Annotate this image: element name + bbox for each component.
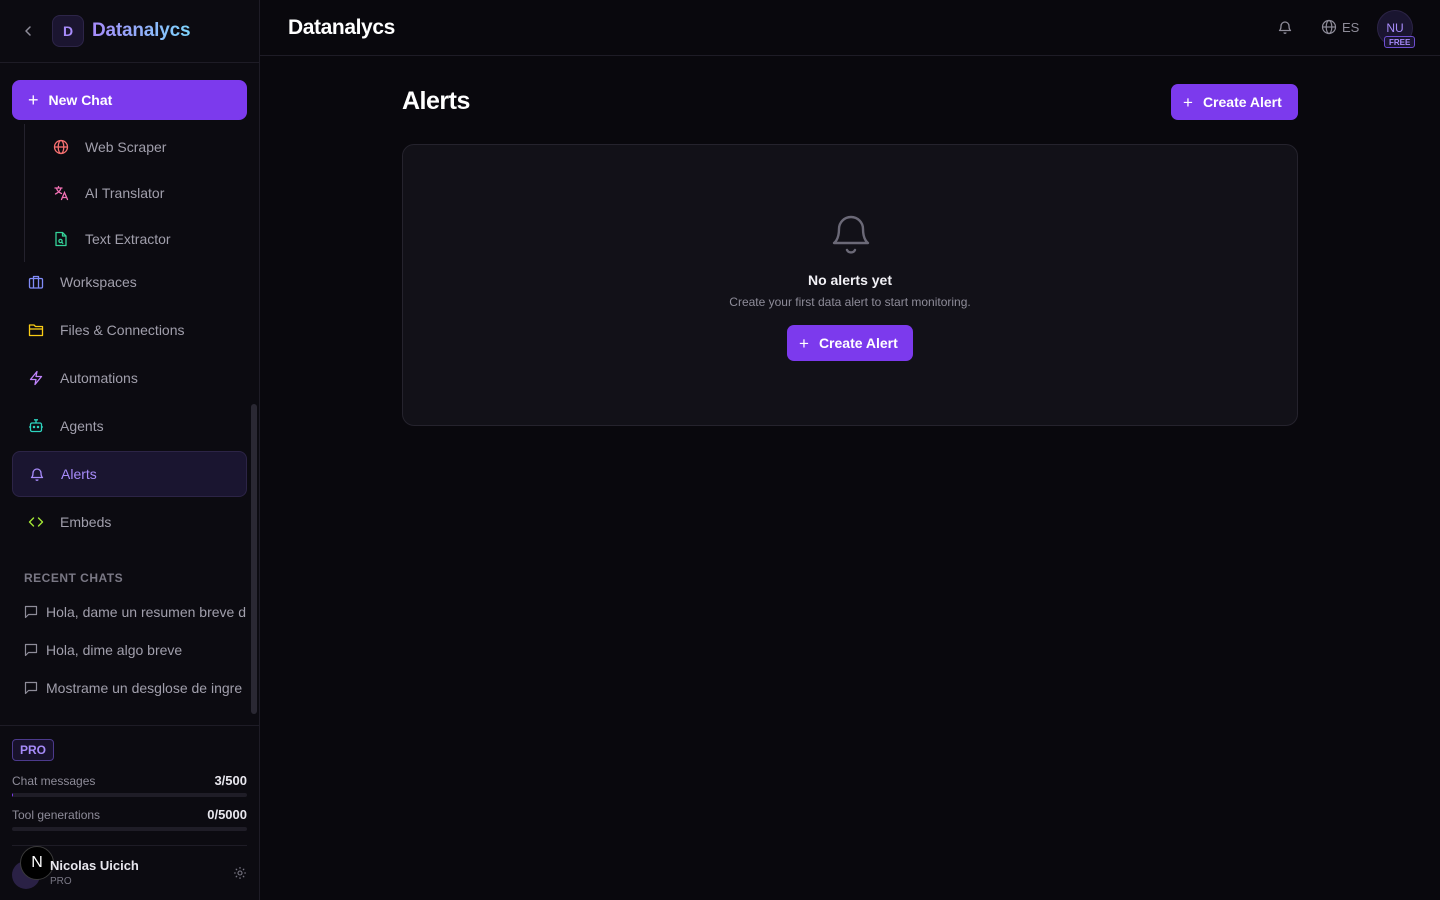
sidebar-item-label: Web Scraper bbox=[85, 139, 167, 155]
message-square-icon bbox=[24, 643, 38, 657]
page-title: Alerts bbox=[402, 87, 470, 115]
recent-chat-title: Hola, dame un resumen breve d bbox=[46, 604, 246, 620]
sidebar-item-embeds[interactable]: Embeds bbox=[12, 498, 247, 546]
tier-badge: FREE bbox=[1384, 36, 1416, 48]
sidebar-item-workspaces[interactable]: Workspaces bbox=[12, 258, 247, 306]
user-profile[interactable]: N Nicolas Uicich PRO bbox=[12, 845, 247, 895]
translate-icon bbox=[53, 185, 69, 201]
briefcase-icon bbox=[28, 274, 44, 290]
list-item[interactable]: Mostrame un desglose de ingre bbox=[24, 669, 247, 707]
sidebar-item-label: Text Extractor bbox=[85, 231, 171, 247]
new-chat-button[interactable]: + New Chat bbox=[12, 80, 247, 120]
code-icon bbox=[28, 514, 44, 530]
brand-name[interactable]: Datanalycs bbox=[92, 20, 191, 42]
empty-state-card: No alerts yet Create your first data ale… bbox=[402, 144, 1298, 426]
chat-messages-progress bbox=[12, 793, 247, 797]
progress-fill bbox=[12, 793, 14, 797]
plus-icon: + bbox=[28, 90, 39, 110]
sidebar-scrollbar[interactable] bbox=[251, 404, 257, 714]
empty-state-create-alert-button[interactable]: + Create Alert bbox=[787, 325, 913, 361]
sidebar-item-files-connections[interactable]: Files & Connections bbox=[12, 306, 247, 354]
folder-icon bbox=[28, 322, 44, 338]
chevron-left-icon[interactable] bbox=[20, 23, 36, 39]
create-alert-label: Create Alert bbox=[818, 335, 898, 351]
zap-icon bbox=[28, 370, 44, 386]
user-name: Nicolas Uicich bbox=[50, 858, 139, 873]
top-bar: Datanalycs ES NU FREE bbox=[260, 0, 1440, 56]
list-item[interactable]: Hola, dime algo breve bbox=[24, 631, 247, 669]
recent-chat-title: Mostrame un desglose de ingre bbox=[46, 680, 243, 696]
sidebar-item-label: Alerts bbox=[61, 466, 97, 482]
globe-icon bbox=[53, 139, 69, 155]
plus-icon: + bbox=[799, 333, 809, 353]
list-item[interactable]: Hola, dame un resumen breve d bbox=[24, 593, 247, 631]
sidebar-item-label: Embeds bbox=[60, 514, 112, 530]
sidebar-header: D Datanalycs bbox=[0, 0, 259, 63]
sidebar-item-label: AI Translator bbox=[85, 185, 165, 201]
sidebar-item-ai-translator[interactable]: AI Translator bbox=[25, 170, 247, 216]
sidebar-item-label: Workspaces bbox=[60, 274, 137, 290]
message-square-icon bbox=[24, 605, 38, 619]
empty-state-subtitle: Create your first data alert to start mo… bbox=[729, 295, 971, 309]
message-square-icon bbox=[24, 681, 38, 695]
dev-badge[interactable]: N bbox=[20, 846, 54, 880]
language-code: ES bbox=[1342, 19, 1360, 35]
tool-generations-progress bbox=[12, 827, 247, 831]
sidebar-item-label: Agents bbox=[60, 418, 104, 434]
sidebar-item-label: Files & Connections bbox=[60, 322, 185, 338]
bot-icon bbox=[28, 418, 44, 434]
language-selector[interactable]: ES bbox=[1321, 19, 1359, 35]
plan-usage: PRO Chat messages 3/500 Tool generations… bbox=[0, 725, 259, 900]
recent-chat-title: Hola, dime algo breve bbox=[46, 642, 183, 658]
sidebar-item-automations[interactable]: Automations bbox=[12, 354, 247, 402]
sidebar-item-label: Automations bbox=[60, 370, 138, 386]
tool-list: Web Scraper AI Translator Text Extractor bbox=[24, 124, 247, 262]
usage-label: Tool generations bbox=[12, 807, 101, 822]
user-plan: PRO bbox=[50, 876, 72, 887]
plus-icon: + bbox=[1183, 92, 1193, 112]
create-alert-button[interactable]: + Create Alert bbox=[1171, 84, 1298, 120]
plan-badge: PRO bbox=[12, 739, 55, 761]
chat-messages-usage: Chat messages 3/500 bbox=[12, 773, 247, 788]
file-text-icon bbox=[53, 231, 69, 247]
notifications-bell-icon[interactable] bbox=[1277, 19, 1293, 35]
bell-icon bbox=[29, 466, 45, 482]
logo[interactable]: D bbox=[52, 15, 84, 47]
globe-icon bbox=[1321, 19, 1337, 35]
usage-value: 0/5000 bbox=[207, 807, 247, 822]
empty-state-title: No alerts yet bbox=[807, 272, 893, 288]
sidebar-nav: Workspaces Files & Connections Automatio… bbox=[12, 258, 247, 546]
usage-label: Chat messages bbox=[12, 773, 96, 788]
recent-chats-heading: RECENT CHATS bbox=[24, 571, 124, 585]
sidebar-item-alerts[interactable]: Alerts bbox=[12, 451, 247, 497]
new-chat-label: New Chat bbox=[48, 92, 113, 108]
sidebar: D Datanalycs + New Chat Web Scraper AI T… bbox=[0, 0, 260, 900]
gear-icon[interactable] bbox=[233, 866, 247, 880]
page-header-title: Datanalycs bbox=[288, 16, 395, 39]
sidebar-item-text-extractor[interactable]: Text Extractor bbox=[25, 216, 247, 262]
bell-icon bbox=[829, 209, 873, 257]
sidebar-item-web-scraper[interactable]: Web Scraper bbox=[25, 124, 247, 170]
create-alert-label: Create Alert bbox=[1202, 94, 1282, 110]
usage-value: 3/500 bbox=[214, 773, 247, 788]
tool-generations-usage: Tool generations 0/5000 bbox=[12, 807, 247, 822]
recent-chats-list: Hola, dame un resumen breve d Hola, dime… bbox=[24, 593, 247, 707]
sidebar-item-agents[interactable]: Agents bbox=[12, 402, 247, 450]
